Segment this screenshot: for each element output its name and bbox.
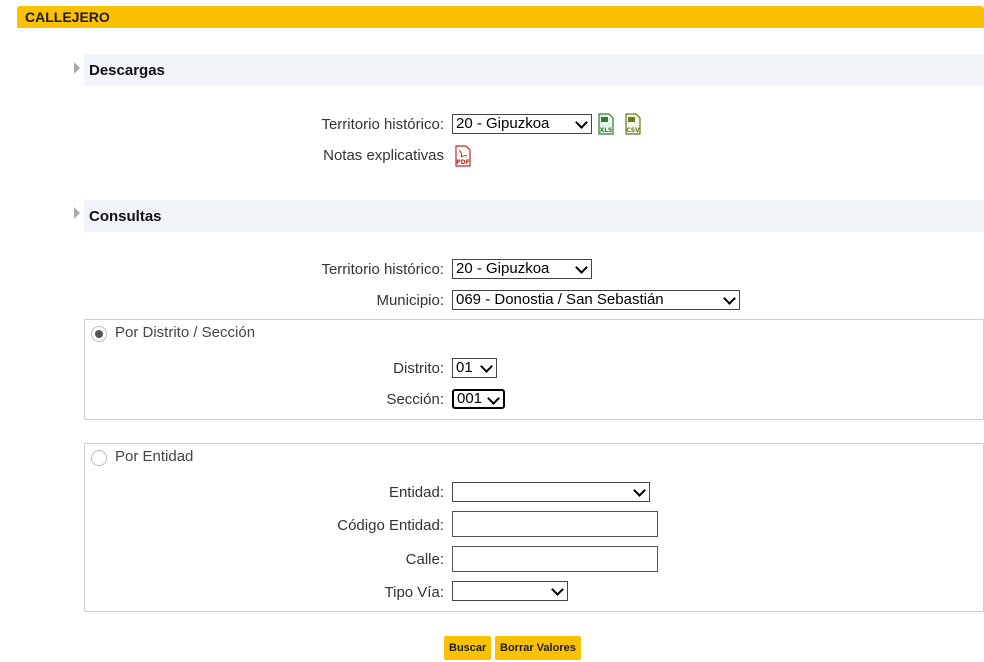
borrar-valores-button[interactable]: Borrar Valores: [495, 636, 581, 660]
expand-triangle-icon[interactable]: [74, 62, 80, 74]
municipio-select[interactable]: 069 - Donostia / San Sebastián: [452, 290, 740, 310]
pdf-download-icon[interactable]: PDF: [455, 145, 471, 167]
page-title-bar: CALLEJERO: [17, 6, 984, 28]
distrito-label: Distrito:: [393, 360, 444, 377]
entidad-radio[interactable]: [91, 450, 107, 466]
distrito-seccion-panel: Por Distrito / Sección: [84, 319, 984, 420]
entidad-option-label[interactable]: Por Entidad: [115, 448, 193, 465]
calle-label: Calle:: [405, 551, 444, 568]
xls-download-icon[interactable]: XLS: [598, 113, 614, 135]
distrito-seccion-radio[interactable]: [91, 326, 107, 342]
csv-download-icon[interactable]: CSV: [625, 113, 641, 135]
chevron-down-icon: [487, 392, 500, 405]
chevron-down-icon: [723, 292, 736, 305]
csv-icon-text: CSV: [626, 127, 640, 134]
consultas-territorio-label: Territorio histórico:: [321, 261, 444, 278]
calle-input[interactable]: [452, 546, 658, 572]
consultas-header[interactable]: Consultas: [84, 200, 984, 232]
chevron-down-icon: [633, 484, 646, 497]
page-title: CALLEJERO: [25, 9, 110, 25]
distrito-select[interactable]: 01: [452, 358, 497, 378]
descargas-header[interactable]: Descargas: [84, 54, 984, 86]
chevron-down-icon: [551, 583, 564, 596]
expand-triangle-icon[interactable]: [74, 207, 80, 219]
buscar-button[interactable]: Buscar: [444, 636, 492, 660]
chevron-down-icon: [575, 116, 588, 129]
codigo-entidad-label: Código Entidad:: [337, 517, 444, 534]
entidad-select[interactable]: [452, 482, 650, 502]
notas-explicativas-label: Notas explicativas: [323, 147, 444, 164]
seccion-select[interactable]: 001: [452, 389, 505, 409]
seccion-label: Sección:: [386, 391, 444, 408]
tipo-via-select[interactable]: [452, 581, 568, 601]
pdf-icon-text: PDF: [456, 159, 469, 166]
descargas-header-label: Descargas: [89, 62, 165, 79]
descargas-territorio-label: Territorio histórico:: [321, 116, 444, 133]
consultas-territorio-select[interactable]: 20 - Gipuzkoa: [452, 259, 592, 279]
chevron-down-icon: [480, 360, 493, 373]
consultas-header-label: Consultas: [89, 208, 162, 225]
codigo-entidad-input[interactable]: [452, 511, 658, 537]
entidad-label: Entidad:: [388, 484, 444, 501]
xls-icon-text: XLS: [600, 127, 613, 134]
tipo-via-label: Tipo Vía:: [384, 584, 444, 601]
distrito-seccion-option-label[interactable]: Por Distrito / Sección: [115, 324, 255, 341]
municipio-label: Municipio:: [376, 292, 444, 309]
chevron-down-icon: [575, 261, 588, 274]
descargas-territorio-select[interactable]: 20 - Gipuzkoa: [452, 114, 592, 134]
